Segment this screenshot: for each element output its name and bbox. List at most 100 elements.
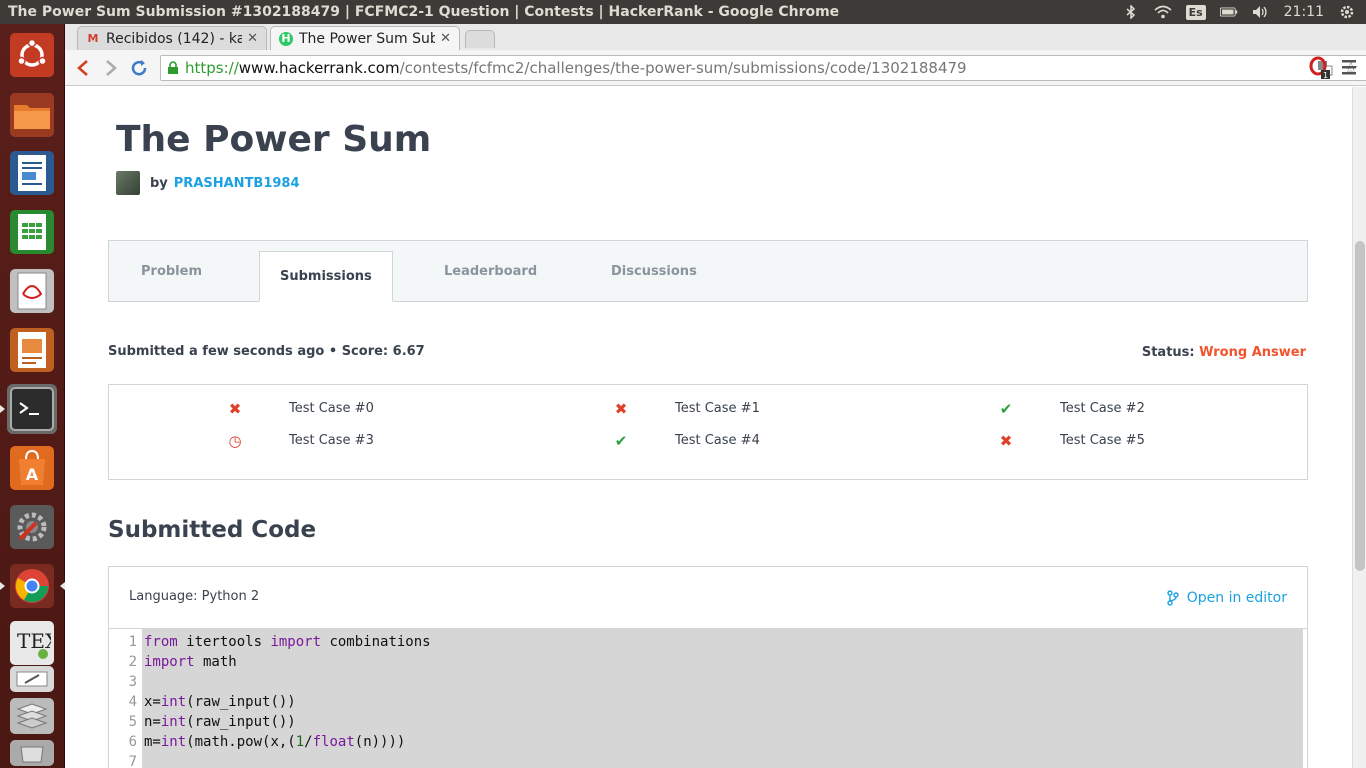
- launcher-dash-button[interactable]: [7, 30, 57, 80]
- open-in-editor-label: Open in editor: [1186, 590, 1287, 606]
- launcher-files-button[interactable]: [7, 90, 57, 140]
- text-editor-icon: [10, 666, 54, 692]
- line-number-gutter: 1 2 3 4 5 6 7: [109, 629, 141, 768]
- author-avatar[interactable]: [116, 171, 140, 195]
- test-case-item[interactable]: ◷ Test Case #3: [228, 432, 373, 450]
- author-link[interactable]: PRASHANTB1984: [174, 176, 300, 191]
- tab-problem[interactable]: Problem: [121, 241, 222, 302]
- author-by-label: by: [150, 175, 168, 191]
- open-in-editor-link[interactable]: Open in editor: [1167, 590, 1287, 606]
- page-scrollbar[interactable]: [1352, 87, 1366, 768]
- bluetooth-icon[interactable]: [1122, 5, 1140, 19]
- launcher-workspaces-button[interactable]: [7, 696, 57, 736]
- volume-icon[interactable]: [1252, 5, 1270, 19]
- test-case-item[interactable]: ✖ Test Case #5: [1000, 432, 1145, 450]
- clock[interactable]: 21:11: [1284, 4, 1324, 20]
- svg-text:TEX: TEX: [17, 629, 51, 653]
- browser-toolbar: https://www.hackerrank.com/contests/fcfm…: [65, 50, 1366, 86]
- system-top-bar: The Power Sum Submission #1302188479 | F…: [0, 0, 1366, 24]
- language-label: Language: Python 2: [129, 589, 260, 604]
- branch-icon: [1167, 590, 1179, 606]
- launcher-system-settings-button[interactable]: [7, 502, 57, 552]
- software-center-icon: A: [10, 446, 54, 490]
- opera-extension-icon[interactable]: 1: [1309, 56, 1331, 84]
- launcher-tex-button[interactable]: TEX: [7, 618, 57, 668]
- launcher: A TEX: [0, 24, 65, 768]
- tab-gmail[interactable]: M Recibidos (142) - karl ✕: [77, 26, 267, 50]
- close-tab-icon[interactable]: ✕: [247, 31, 258, 46]
- launcher-terminal-button[interactable]: [7, 384, 57, 434]
- submission-info: Submitted a few seconds ago • Score: 6.6…: [108, 344, 425, 359]
- launcher-writer-button[interactable]: [7, 148, 57, 198]
- document-writer-icon: [10, 151, 54, 195]
- code-panel: Language: Python 2 Open in editor 1 2 3 …: [108, 566, 1308, 768]
- line-number: 6: [128, 734, 137, 750]
- test-case-results: ✖ Test Case #0 ✖ Test Case #1 ✔ Test Cas…: [108, 384, 1308, 480]
- line-number: 3: [128, 674, 137, 690]
- line-number: 2: [128, 654, 137, 670]
- fail-x-icon: ✖: [999, 431, 1013, 450]
- pass-check-icon: ✔: [614, 431, 628, 450]
- reload-icon[interactable]: [125, 54, 153, 82]
- settings-gear-icon[interactable]: [1338, 5, 1356, 19]
- code-line: n=int(raw_input()): [144, 714, 296, 730]
- menu-icon[interactable]: [1342, 59, 1356, 79]
- tab-label: The Power Sum Subi: [299, 30, 435, 47]
- close-tab-icon[interactable]: ✕: [440, 31, 451, 46]
- test-case-item[interactable]: ✖ Test Case #0: [229, 400, 374, 418]
- code-line: from itertools import combinations: [144, 634, 431, 650]
- line-number: 7: [128, 754, 137, 768]
- test-case-item[interactable]: ✖ Test Case #1: [615, 400, 760, 418]
- code-area[interactable]: from itertools import combinations impor…: [142, 629, 1303, 768]
- code-line: import math: [144, 654, 237, 670]
- test-case-item[interactable]: ✔ Test Case #2: [1000, 400, 1145, 418]
- test-case-item[interactable]: ✔ Test Case #4: [615, 432, 760, 450]
- ubuntu-logo-icon: [10, 33, 54, 77]
- address-bar[interactable]: https://www.hackerrank.com/contests/fcfm…: [160, 55, 1366, 81]
- tab-hackerrank[interactable]: H The Power Sum Subi ✕: [270, 26, 460, 50]
- keyboard-layout-indicator[interactable]: Es: [1185, 4, 1206, 20]
- tab-submissions[interactable]: Submissions: [259, 251, 393, 302]
- url-scheme: https://: [185, 59, 239, 77]
- battery-icon[interactable]: [1219, 5, 1238, 19]
- test-case-label: Test Case #1: [675, 401, 760, 416]
- author-line: by PRASHANTB1984: [116, 171, 300, 195]
- gmail-icon: M: [87, 32, 99, 45]
- launcher-software-center-button[interactable]: A: [7, 443, 57, 493]
- back-arrow-icon[interactable]: [69, 54, 97, 82]
- browser-tab-strip: M Recibidos (142) - karl ✕ H The Power S…: [65, 24, 1366, 50]
- page-content: The Power Sum by PRASHANTB1984 Problem S…: [65, 87, 1352, 768]
- code-line: m=int(math.pow(x,(1/float(n)))): [144, 734, 406, 750]
- fail-x-icon: ✖: [228, 399, 242, 418]
- tab-discussions[interactable]: Discussions: [591, 241, 717, 302]
- terminal-running-indicator: [0, 405, 5, 413]
- svg-text:1: 1: [1323, 71, 1328, 80]
- launcher-calc-button[interactable]: [7, 207, 57, 257]
- system-settings-icon: [10, 505, 54, 549]
- test-case-label: Test Case #4: [675, 433, 760, 448]
- tab-label: Recibidos (142) - karl: [106, 30, 242, 47]
- trash-icon: [10, 740, 54, 766]
- launcher-document-viewer-button[interactable]: [7, 266, 57, 316]
- challenge-tabs: Problem Submissions Leaderboard Discussi…: [108, 240, 1308, 302]
- code-line: x=int(raw_input()): [144, 694, 296, 710]
- hackerrank-icon: H: [279, 31, 293, 46]
- chrome-running-indicator: [0, 582, 5, 590]
- line-number: 5: [128, 714, 137, 730]
- test-case-label: Test Case #5: [1060, 433, 1145, 448]
- new-tab-button[interactable]: [465, 30, 495, 48]
- forward-arrow-icon[interactable]: [97, 54, 125, 82]
- launcher-editor-button[interactable]: [7, 664, 57, 694]
- line-number: 4: [128, 694, 137, 710]
- scrollbar-thumb[interactable]: [1355, 241, 1365, 571]
- launcher-chrome-button[interactable]: [7, 561, 57, 611]
- lock-icon: [167, 61, 179, 75]
- url-host: www.hackerrank.com: [238, 59, 400, 77]
- launcher-impress-button[interactable]: [7, 325, 57, 375]
- fail-x-icon: ✖: [614, 399, 628, 418]
- tab-leaderboard[interactable]: Leaderboard: [424, 241, 557, 302]
- wifi-icon[interactable]: [1154, 5, 1172, 19]
- status-label: Status:: [1141, 345, 1195, 360]
- launcher-trash-button[interactable]: [7, 738, 57, 768]
